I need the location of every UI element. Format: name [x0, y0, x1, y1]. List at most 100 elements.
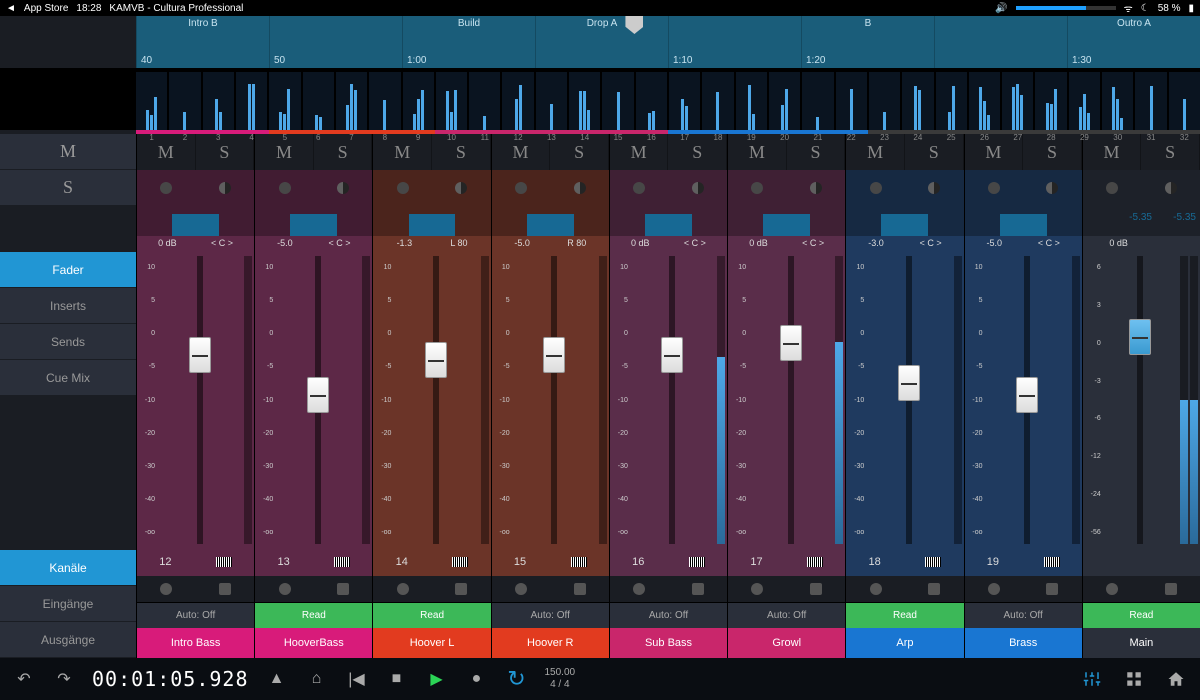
fader-track[interactable]	[512, 256, 597, 544]
automation-mode-button[interactable]: Auto: Off	[965, 602, 1082, 628]
track-thumb[interactable]: 9	[403, 72, 434, 130]
timecode-display[interactable]: 00:01:05.928	[92, 667, 249, 691]
keyboard-icon[interactable]	[571, 557, 587, 567]
track-thumb[interactable]: 2	[169, 72, 200, 130]
track-thumb[interactable]: 3	[203, 72, 234, 130]
timeline-region[interactable]: 1:10	[668, 16, 801, 68]
track-thumb[interactable]: 10	[436, 72, 467, 130]
pan-value[interactable]: < C >	[684, 238, 706, 250]
track-thumb[interactable]: 25	[936, 72, 967, 130]
channel-name[interactable]: Main	[1083, 628, 1200, 658]
automation-mode-button[interactable]: Read	[255, 602, 372, 628]
fader-track[interactable]	[630, 256, 715, 544]
fader-knob[interactable]	[661, 337, 683, 373]
fader-knob[interactable]	[543, 337, 565, 373]
fader-track[interactable]	[866, 256, 951, 544]
gain-value[interactable]: 0 dB	[1109, 238, 1128, 250]
tab-inserts[interactable]: Inserts	[0, 288, 136, 324]
timeline-region[interactable]: Build1:00	[402, 16, 535, 68]
automation-knob-icon[interactable]	[988, 583, 1000, 595]
channel-name[interactable]: Growl	[728, 628, 845, 658]
global-mute-button[interactable]: M	[0, 134, 136, 170]
timeline-region[interactable]: 50	[269, 16, 402, 68]
fader-knob[interactable]	[898, 365, 920, 401]
fader-knob[interactable]	[425, 342, 447, 378]
channel-name[interactable]: Hoover R	[492, 628, 609, 658]
gain-value[interactable]: 0 dB	[749, 238, 768, 250]
mixer-view-button[interactable]	[1080, 667, 1104, 691]
track-thumb[interactable]: 7	[336, 72, 367, 130]
fader-track[interactable]	[748, 256, 833, 544]
automation-knob-icon[interactable]	[870, 583, 882, 595]
record-arm-button[interactable]	[870, 182, 882, 194]
gain-value[interactable]: -5.0	[986, 238, 1002, 250]
channel-name[interactable]: Intro Bass	[137, 628, 254, 658]
fader-knob[interactable]	[780, 325, 802, 361]
timeline-region[interactable]	[934, 16, 1067, 68]
monitor-button[interactable]	[692, 182, 704, 194]
fader-track[interactable]	[1103, 256, 1178, 544]
track-thumb[interactable]: 19	[736, 72, 767, 130]
channel-name[interactable]: Sub Bass	[610, 628, 727, 658]
keyboard-icon[interactable]	[452, 557, 468, 567]
pan-value[interactable]: < C >	[920, 238, 942, 250]
fader-track[interactable]	[275, 256, 360, 544]
automation-knob-icon[interactable]	[515, 583, 527, 595]
channel-name[interactable]: Hoover L	[373, 628, 490, 658]
track-thumb[interactable]: 26	[969, 72, 1000, 130]
timeline-region[interactable]: Intro B40	[136, 16, 269, 68]
gain-value[interactable]: -5.0	[277, 238, 293, 250]
gain-value[interactable]: 0 dB	[158, 238, 177, 250]
gain-value[interactable]: -3.0	[868, 238, 884, 250]
automation-knob-icon[interactable]	[633, 583, 645, 595]
grid-view-button[interactable]	[1122, 667, 1146, 691]
monitor-button[interactable]	[574, 182, 586, 194]
tab-sends[interactable]: Sends	[0, 324, 136, 360]
track-thumb[interactable]: 30	[1102, 72, 1133, 130]
timeline-region[interactable]: B1:20	[801, 16, 934, 68]
track-thumb[interactable]: 18	[702, 72, 733, 130]
pan-value[interactable]: R 80	[567, 238, 586, 250]
back-label[interactable]: App Store	[24, 3, 68, 14]
back-arrow-icon[interactable]: ◄	[6, 3, 16, 14]
track-overview[interactable]: 1234567891011121314151617181920212223242…	[0, 68, 1200, 130]
record-arm-button[interactable]	[515, 182, 527, 194]
track-thumb[interactable]: 12	[502, 72, 533, 130]
automation-knob-icon[interactable]	[751, 583, 763, 595]
record-arm-button[interactable]	[751, 182, 763, 194]
record-arm-button[interactable]	[988, 182, 1000, 194]
monitor-button[interactable]	[1165, 182, 1177, 194]
fader-knob[interactable]	[189, 337, 211, 373]
timeline-region[interactable]: Drop A	[535, 16, 668, 68]
track-thumb[interactable]: 21	[802, 72, 833, 130]
keyboard-icon[interactable]	[807, 557, 823, 567]
tempo-display[interactable]: 150.00 4 / 4	[545, 667, 576, 691]
pan-value[interactable]: < C >	[211, 238, 233, 250]
record-arm-button[interactable]	[1106, 182, 1118, 194]
gain-value[interactable]: -5.0	[514, 238, 530, 250]
fader-track[interactable]	[157, 256, 242, 544]
channel-name[interactable]: Arp	[846, 628, 963, 658]
rewind-button[interactable]: |◀	[345, 667, 369, 691]
fader-track[interactable]	[393, 256, 478, 544]
automation-mode-button[interactable]: Auto: Off	[610, 602, 727, 628]
record-arm-button[interactable]	[279, 182, 291, 194]
channel-name[interactable]: Brass	[965, 628, 1082, 658]
track-thumb[interactable]: 5	[269, 72, 300, 130]
play-button[interactable]: ▶	[425, 667, 449, 691]
track-thumb[interactable]: 6	[303, 72, 334, 130]
pause-icon[interactable]	[928, 583, 940, 595]
monitor-button[interactable]	[219, 182, 231, 194]
pan-value[interactable]: < C >	[329, 238, 351, 250]
keyboard-icon[interactable]	[1044, 557, 1060, 567]
track-thumb[interactable]: 4	[236, 72, 267, 130]
pause-icon[interactable]	[219, 583, 231, 595]
monitor-button[interactable]	[928, 182, 940, 194]
automation-knob-icon[interactable]	[397, 583, 409, 595]
gain-value[interactable]: -1.3	[397, 238, 413, 250]
tab-cue-mix[interactable]: Cue Mix	[0, 360, 136, 396]
keyboard-icon[interactable]	[334, 557, 350, 567]
global-solo-button[interactable]: S	[0, 170, 136, 206]
automation-mode-button[interactable]: Auto: Off	[137, 602, 254, 628]
track-thumb[interactable]: 20	[769, 72, 800, 130]
